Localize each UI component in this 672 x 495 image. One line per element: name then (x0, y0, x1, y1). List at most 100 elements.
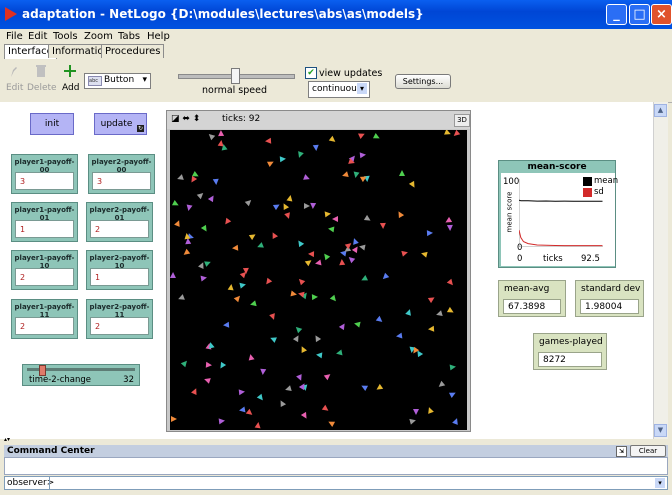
tab-procedures[interactable]: Procedures (101, 44, 165, 58)
plot-ymax: 100 (503, 177, 520, 187)
turtle (256, 242, 264, 250)
minimize-button[interactable]: _ (606, 4, 627, 25)
input-player2-payoff-01[interactable]: player2-payoff-01 2 (86, 202, 153, 242)
turtle (338, 258, 346, 266)
turtle (205, 361, 213, 369)
series-line-sd (519, 229, 603, 247)
interface-scrollbar[interactable]: ▲ ▼ (653, 102, 668, 439)
input-player1-payoff-00[interactable]: player1-payoff-00 3 (11, 154, 78, 194)
turtle (321, 404, 331, 414)
update-button[interactable]: update ↻ (94, 113, 147, 135)
checkmark-icon: ✔ (307, 68, 315, 78)
trash-icon (36, 65, 46, 77)
menu-tabs[interactable]: Tabs (118, 31, 140, 42)
turtle (309, 202, 317, 210)
turtle (327, 225, 335, 233)
turtle (227, 283, 235, 291)
maximize-button[interactable]: □ (629, 4, 650, 25)
turtle (332, 216, 338, 222)
delete-button[interactable]: Delete (27, 83, 57, 93)
command-center: Command Center ⇲ Clear observer> ▾ (0, 445, 672, 495)
input-player2-payoff-10[interactable]: player2-payoff-10 1 (86, 250, 153, 290)
turtle (293, 324, 303, 334)
input-player2-payoff-00[interactable]: player2-payoff-00 3 (88, 154, 155, 194)
pencil-icon (11, 67, 17, 77)
turtle (296, 276, 306, 286)
chevron-down-icon: ▾ (142, 75, 147, 85)
expand-icon[interactable]: ⇲ (616, 446, 627, 457)
view-updates-checkbox[interactable]: ✔ (305, 67, 317, 79)
turtle (206, 131, 216, 141)
turtle (359, 151, 367, 159)
add-button[interactable]: Add (62, 83, 79, 93)
scroll-down-icon[interactable]: ▼ (654, 424, 667, 437)
chevron-down-icon[interactable]: ▾ (655, 478, 665, 488)
plot-xmax: 92.5 (581, 254, 600, 264)
turtle (180, 358, 190, 368)
turtle (280, 201, 290, 211)
turtle (374, 383, 384, 393)
turtle (446, 224, 454, 232)
turtle (405, 308, 413, 316)
clear-button[interactable]: Clear (630, 445, 666, 457)
update-mode-dropdown[interactable]: continuous ▾ (308, 81, 370, 98)
turtle (170, 415, 178, 423)
interface-panel: init update ↻ player1-payoff-00 3 player… (0, 102, 653, 439)
turtle (326, 418, 336, 428)
turtle (323, 371, 333, 381)
input-player2-payoff-11[interactable]: player2-payoff-11 2 (86, 299, 153, 339)
command-input-row[interactable]: observer> ▾ (4, 476, 668, 490)
plot-title: mean-score (527, 162, 587, 172)
world-view[interactable]: ◪ ⬌ ⬍ ticks: 92 3D (166, 110, 471, 432)
plot-body: 100 0 0 ticks 92.5 mean score mean sd (501, 173, 619, 266)
turtle (207, 341, 215, 349)
turtle (446, 306, 456, 316)
menu-tools[interactable]: Tools (53, 31, 78, 42)
init-button[interactable]: init (30, 113, 74, 135)
turtle (435, 310, 443, 318)
turtle (212, 178, 220, 186)
turtle (427, 325, 435, 333)
input-player1-payoff-11[interactable]: player1-payoff-11 2 (11, 299, 78, 339)
speed-slider-thumb[interactable] (231, 68, 240, 84)
turtle (272, 201, 282, 211)
chevron-down-icon: ▾ (357, 83, 367, 94)
edit-button[interactable]: Edit (6, 83, 23, 93)
menu-zoom[interactable]: Zoom (84, 31, 113, 42)
turtle (217, 361, 227, 371)
turtle (436, 380, 446, 390)
turtle (286, 194, 294, 202)
world-canvas[interactable] (170, 130, 467, 430)
turtle (269, 230, 279, 240)
turtle (298, 344, 308, 354)
observer-prompt: observer> (7, 478, 55, 488)
menu-edit[interactable]: Edit (28, 31, 47, 42)
close-button[interactable]: × (651, 4, 672, 25)
scroll-up-icon[interactable]: ▲ (654, 104, 667, 117)
view-nav-icons[interactable]: ◪ ⬌ ⬍ (171, 114, 200, 124)
command-output (4, 457, 668, 475)
time-2-change-slider[interactable]: time-2-change 32 (22, 364, 140, 386)
turtle (295, 238, 305, 248)
turtle (217, 130, 225, 137)
turtle (269, 335, 277, 343)
turtle (399, 170, 405, 176)
split-arrows-icon[interactable]: ▴▾ (4, 436, 10, 443)
command-center-header: Command Center ⇲ Clear (4, 445, 668, 457)
turtle (335, 349, 343, 357)
widget-type-dropdown[interactable]: abc Button ▾ (84, 73, 151, 89)
turtle (176, 174, 184, 182)
legend-label-mean: mean (594, 176, 619, 186)
settings-button[interactable]: Settings... (395, 74, 451, 89)
turtle (296, 374, 304, 382)
input-player1-payoff-10[interactable]: player1-payoff-10 2 (11, 250, 78, 290)
turtle (249, 300, 257, 308)
3d-button[interactable]: 3D (454, 114, 470, 127)
input-player1-payoff-01[interactable]: player1-payoff-01 1 (11, 202, 78, 242)
turtle (426, 406, 434, 414)
menu-help[interactable]: Help (147, 31, 170, 42)
menu-file[interactable]: File (6, 31, 23, 42)
turtle (296, 151, 304, 159)
command-center-title: Command Center (7, 446, 95, 456)
turtle (380, 272, 390, 282)
